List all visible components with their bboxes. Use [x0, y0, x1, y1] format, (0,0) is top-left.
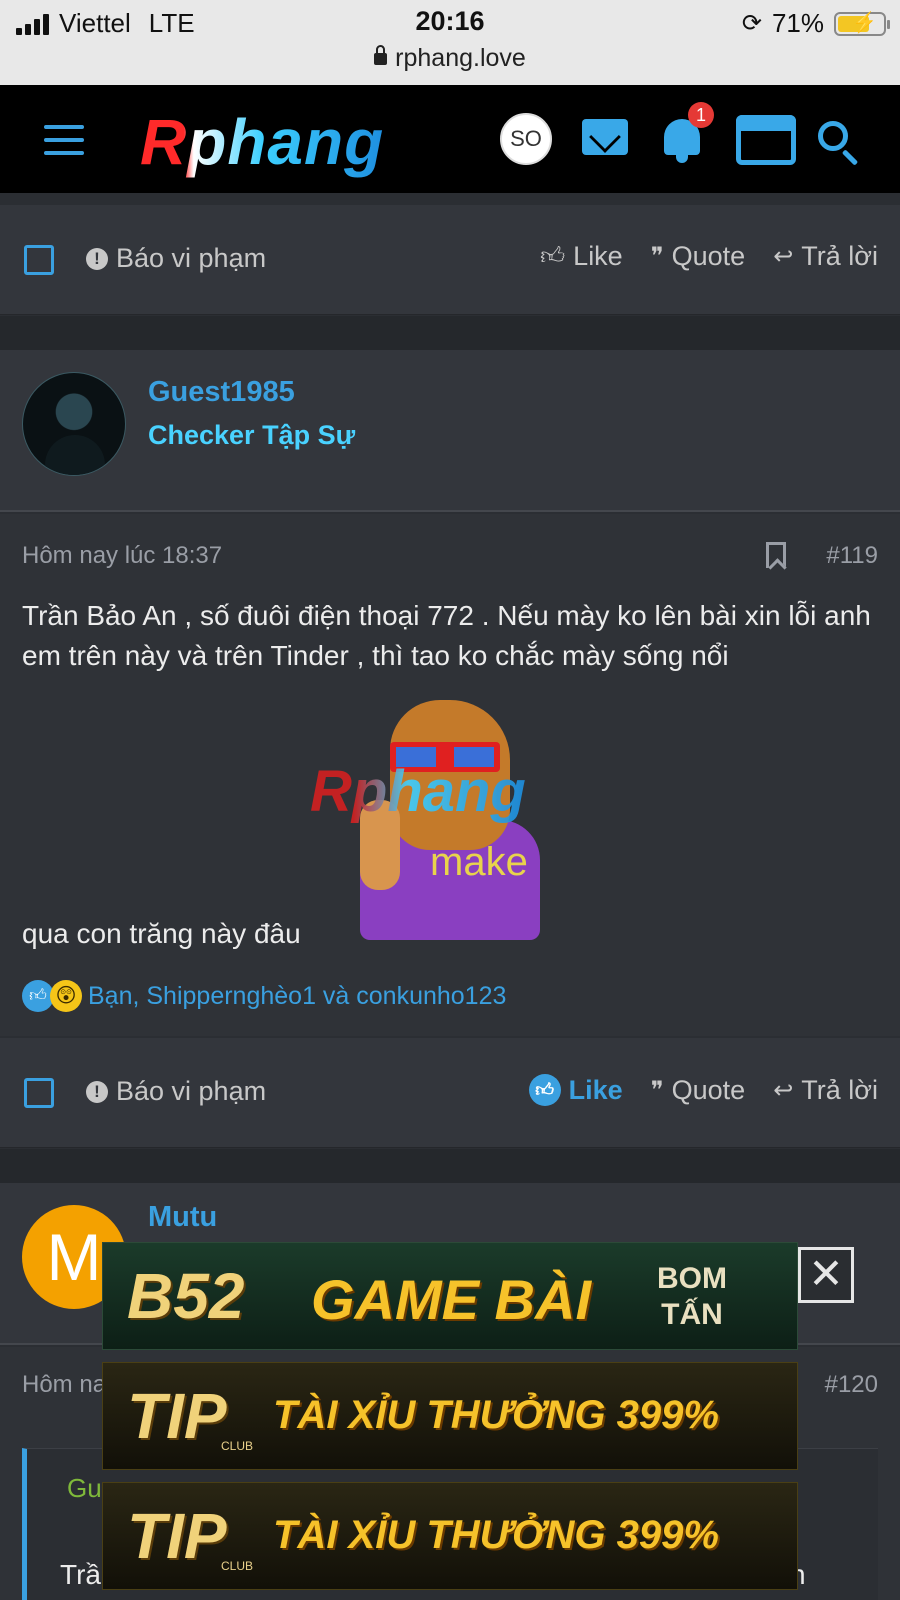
author-avatar[interactable]: [22, 372, 126, 476]
like-label: Like: [573, 241, 623, 271]
ad-tagline: GAME BÀI: [311, 1268, 591, 1331]
ad-banner-tip[interactable]: TIP CLUB TÀI XỈU THƯỞNG 399%: [102, 1362, 798, 1470]
quote-icon: ❞: [650, 1076, 664, 1104]
quote-icon: ❞: [650, 243, 664, 270]
ad-overlay: B52 GAME BÀI BOM TẤN TIP CLUB TÀI XỈU TH…: [102, 1242, 798, 1600]
author-title: Checker Tập Sự: [148, 420, 356, 450]
wow-reaction-icon: 😲︎: [50, 980, 82, 1012]
like-button[interactable]: 👍︎ Like: [528, 1074, 623, 1106]
status-bar: Viettel LTE 20:16 ⟳ 71% ⚡ rphang.love: [0, 0, 900, 85]
select-checkbox[interactable]: [24, 245, 54, 275]
like-label: Like: [568, 1074, 623, 1105]
notification-badge: 1: [688, 102, 714, 128]
lock-icon: [374, 45, 388, 65]
ad-side-top: BOM: [657, 1262, 727, 1295]
thumbs-up-icon: 👍︎: [528, 1074, 561, 1106]
report-label: Báo vi phạm: [116, 1076, 267, 1106]
quote-label: Quote: [671, 1074, 746, 1105]
reply-icon: ↩: [773, 243, 794, 270]
quote-button[interactable]: ❞ Quote: [651, 1075, 745, 1106]
menu-icon[interactable]: [44, 125, 84, 155]
reply-icon: ↩: [773, 1076, 794, 1104]
sticker-image: Rphang make: [310, 690, 600, 950]
thumbs-up-icon: 👍︎: [540, 242, 566, 270]
url-text: rphang.love: [395, 44, 526, 72]
post-actions: ! Báo vi phạm 👍︎ Like ❞ Quote ↩ Trả lời: [0, 1038, 900, 1148]
select-checkbox[interactable]: [24, 1078, 54, 1108]
ad-brand: TIP: [127, 1380, 227, 1452]
reply-label: Trả lời: [801, 1074, 878, 1105]
sticker-caption: make: [430, 840, 528, 884]
ad-banner-tip[interactable]: TIP CLUB TÀI XỈU THƯỞNG 399%: [102, 1482, 798, 1590]
post-number[interactable]: #119: [826, 542, 878, 570]
ad-side-bottom: TẤN: [661, 1298, 723, 1331]
ad-club: CLUB: [221, 1559, 254, 1573]
reply-button[interactable]: ↩ Trả lời: [773, 1075, 878, 1106]
reactions-users[interactable]: Bạn, Shippernghèo1 và conkunho123: [88, 982, 506, 1011]
post-text: Trầ: [60, 1559, 101, 1590]
address-bar[interactable]: rphang.love: [0, 44, 900, 73]
search-icon[interactable]: [818, 121, 848, 151]
user-avatar[interactable]: SO: [500, 113, 552, 165]
post-separator: [0, 316, 900, 350]
quote-button[interactable]: ❞ Quote: [651, 241, 745, 272]
site-header: Rphang SO: [0, 85, 900, 193]
rotation-lock-icon: ⟳: [741, 10, 762, 37]
post-actions-top: ! Báo vi phạm 👍︎ Like ❞ Quote ↩ Trả lời: [0, 205, 900, 315]
author-username[interactable]: Mutu: [148, 1201, 217, 1234]
mail-icon[interactable]: [582, 119, 628, 155]
ad-club: CLUB: [221, 1439, 254, 1453]
post-time[interactable]: Hôm nay lúc 18:37: [22, 542, 222, 570]
warning-icon: !: [86, 1080, 108, 1103]
site-logo[interactable]: Rphang: [140, 105, 384, 179]
ad-tagline: TÀI XỈU THƯỞNG 399%: [273, 1393, 719, 1437]
like-button[interactable]: 👍︎ Like: [540, 241, 623, 272]
action-group: 👍︎ Like ❞ Quote ↩ Trả lời: [540, 241, 878, 272]
sticker-logo: Rphang: [310, 759, 526, 824]
bookmark-icon[interactable]: [766, 542, 786, 568]
action-group: 👍︎ Like ❞ Quote ↩ Trả lời: [528, 1074, 878, 1106]
ad-banner-b52[interactable]: B52 GAME BÀI BOM TẤN: [102, 1242, 798, 1350]
report-button[interactable]: ! Báo vi phạm: [86, 1076, 266, 1107]
reply-label: Trả lời: [801, 241, 878, 271]
post-time[interactable]: Hôm na: [22, 1371, 106, 1399]
quote-label: Quote: [671, 241, 746, 271]
reply-button[interactable]: ↩ Trả lời: [773, 241, 878, 272]
close-ad-button[interactable]: ✕: [798, 1247, 854, 1303]
author-username[interactable]: Guest1985: [148, 376, 295, 409]
post-text: Trần Bảo An , số đuôi điện thoại 772 . N…: [22, 600, 871, 671]
post-author-header: Guest1985 Checker Tập Sự: [0, 350, 900, 512]
battery-icon: ⚡: [834, 11, 890, 36]
warning-icon: !: [86, 247, 108, 270]
post-separator: [0, 1149, 900, 1183]
ad-side-text: BOM TẤN: [657, 1261, 727, 1333]
reactions-bar[interactable]: 👍︎ 😲︎ Bạn, Shippernghèo1 và conkunho123: [22, 980, 506, 1012]
ad-brand: B52: [127, 1260, 245, 1332]
battery-percent: 71%: [771, 8, 824, 38]
post-number[interactable]: #120: [825, 1371, 878, 1399]
report-button[interactable]: ! Báo vi phạm: [86, 243, 266, 274]
ad-tagline: TÀI XỈU THƯỞNG 399%: [273, 1513, 719, 1557]
status-right: ⟳ 71% ⚡: [741, 8, 890, 39]
store-icon[interactable]: [736, 115, 796, 165]
report-label: Báo vi phạm: [116, 243, 267, 273]
ad-brand: TIP: [127, 1500, 227, 1572]
